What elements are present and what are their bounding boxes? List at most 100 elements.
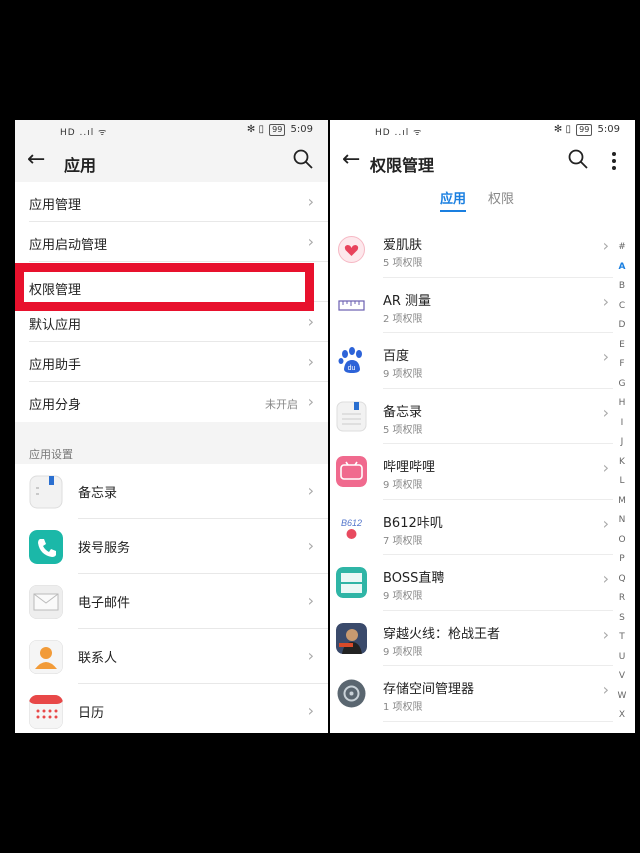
index-letter[interactable]: P <box>615 550 629 570</box>
menu-item-app-twin[interactable]: 应用分身 未开启 › <box>29 382 328 422</box>
page-title: 权限管理 <box>370 156 435 175</box>
menu-item-label: 应用管理 <box>29 198 82 213</box>
alphabet-index[interactable]: # A B C D E F G H I J K L M N O P Q R S T U V W X <box>615 238 629 726</box>
heart-icon <box>338 236 365 263</box>
app-settings-dialer[interactable]: 拨号服务 › <box>15 519 328 574</box>
list-item[interactable]: 爱肌肤 5 项权限 › <box>330 222 613 278</box>
app-name: 百度 <box>383 349 410 364</box>
index-letter[interactable]: D <box>615 316 629 336</box>
tab-permissions[interactable]: 权限 <box>488 188 514 207</box>
screenshot-frame: HD ..ıl ᯤ ✻ ▯ 99 5:09 ← 应用 应用管理 › 应用启动管理… <box>0 0 640 853</box>
menu-item-startup-management[interactable]: 应用启动管理 › <box>29 222 328 262</box>
list-item[interactable]: 存储空间管理器 1 项权限 › <box>330 666 613 722</box>
storage-icon <box>337 679 366 708</box>
svg-text:du: du <box>348 365 356 372</box>
search-icon[interactable] <box>292 148 314 170</box>
page-title: 应用 <box>64 156 97 175</box>
list-item[interactable]: BOSS直聘 9 项权限 › <box>330 555 613 611</box>
chevron-right-icon: › <box>602 513 609 533</box>
index-letter[interactable]: V <box>615 667 629 687</box>
app-settings-calendar[interactable]: 日历 › <box>15 684 328 733</box>
index-letter[interactable]: H <box>615 394 629 414</box>
index-letter[interactable]: Q <box>615 570 629 590</box>
index-letter[interactable]: R <box>615 589 629 609</box>
index-letter[interactable]: T <box>615 628 629 648</box>
index-letter[interactable]: G <box>615 375 629 395</box>
divider <box>383 720 613 722</box>
app-bar: ← 应用 <box>15 142 328 182</box>
permission-count: 7 项权限 <box>383 535 423 547</box>
app-name: 电子邮件 <box>78 596 131 611</box>
tab-apps[interactable]: 应用 <box>440 188 466 207</box>
app-name: 日历 <box>78 706 105 721</box>
list-item[interactable]: B612 B612咔叽 7 项权限 › <box>330 500 613 555</box>
app-settings-memo[interactable]: 备忘录 › <box>15 464 328 519</box>
permission-count: 9 项权限 <box>383 369 423 380</box>
chevron-right-icon: › <box>307 701 314 720</box>
list-item[interactable]: du 百度 9 项权限 › <box>330 333 613 389</box>
app-settings-email[interactable]: 电子邮件 › <box>15 574 328 629</box>
battery-icon: 99 <box>269 124 286 136</box>
menu-item-app-management[interactable]: 应用管理 › <box>29 182 328 222</box>
index-letter[interactable]: O <box>615 531 629 551</box>
index-letter[interactable]: U <box>615 648 629 668</box>
index-letter[interactable]: J <box>615 433 629 453</box>
app-name: B612咔叽 <box>383 515 443 531</box>
app-name: 爱肌肤 <box>383 238 423 253</box>
search-icon[interactable] <box>567 148 589 170</box>
signal-indicators: HD ..ıl ᯤ <box>375 128 423 138</box>
index-letter[interactable]: L <box>615 472 629 492</box>
chevron-right-icon: › <box>307 591 314 610</box>
chevron-right-icon: › <box>307 646 314 665</box>
section-title: 应用设置 <box>29 448 73 461</box>
app-name: 存储空间管理器 <box>383 682 475 697</box>
index-letter[interactable]: S <box>615 609 629 629</box>
permission-count: 2 项权限 <box>383 313 423 325</box>
status-bar: HD ..ıl ᯤ ✻ ▯ 99 5:09 <box>330 120 635 142</box>
permission-count: 5 项权限 <box>383 424 423 436</box>
index-letter[interactable]: M <box>615 492 629 512</box>
signal-indicators: HD ..ıl ᯤ <box>60 128 108 138</box>
chevron-right-icon: › <box>602 680 609 699</box>
index-letter[interactable]: F <box>615 355 629 375</box>
chevron-right-icon: › <box>307 192 314 211</box>
bluetooth-vibrate-icons: ✻ ▯ <box>553 124 575 135</box>
index-letter[interactable]: C <box>615 297 629 317</box>
baidu-paw-icon: du <box>338 347 362 373</box>
index-letter[interactable]: # <box>615 238 629 258</box>
more-options-icon[interactable] <box>611 152 617 170</box>
back-arrow-icon[interactable]: ← <box>342 148 360 172</box>
chevron-right-icon: › <box>602 236 609 255</box>
status-right: ✻ ▯ 99 5:09 <box>247 124 313 136</box>
menu-item-label: 默认应用 <box>29 318 82 333</box>
chevron-right-icon: › <box>602 402 609 422</box>
b612-icon: B612 <box>341 518 362 539</box>
list-item[interactable]: 穿越火线：枪战王者 9 项权限 › <box>330 611 613 666</box>
menu-item-app-assistant[interactable]: 应用助手 › <box>29 342 328 382</box>
status-right: ✻ ▯ 99 5:09 <box>554 124 620 136</box>
index-letter[interactable]: B <box>615 277 629 297</box>
index-letter[interactable]: N <box>615 511 629 531</box>
app-name: 穿越火线：枪战王者 <box>383 626 501 642</box>
index-letter[interactable]: K <box>615 453 629 473</box>
tab-bar: 应用 权限 <box>330 182 635 216</box>
back-arrow-icon[interactable]: ← <box>27 148 45 172</box>
chevron-right-icon: › <box>602 291 609 311</box>
index-letter[interactable]: W <box>615 687 629 707</box>
chevron-right-icon: › <box>307 536 314 555</box>
list-item[interactable]: AR 测量 2 项权限 › <box>330 278 613 333</box>
index-letter[interactable]: I <box>615 414 629 434</box>
index-letter[interactable]: A <box>615 258 629 278</box>
list-item[interactable]: 备忘录 5 项权限 › <box>330 389 613 444</box>
permission-count: 5 项权限 <box>383 258 423 269</box>
app-name: BOSS直聘 <box>383 571 445 586</box>
list-item[interactable]: 哔哩哔哩 9 项权限 › <box>330 444 613 500</box>
highlight-box[interactable]: 权限管理 <box>15 263 314 311</box>
app-settings-contacts[interactable]: 联系人 › <box>15 629 328 684</box>
app-permission-list: 爱肌肤 5 项权限 › AR 测量 2 项权限 › du 百度 9 项权限 › … <box>330 222 613 722</box>
index-letter[interactable]: E <box>615 336 629 356</box>
index-letter[interactable]: X <box>615 706 629 726</box>
menu-item-label: 应用启动管理 <box>29 238 108 253</box>
app-name: 备忘录 <box>383 404 423 420</box>
chevron-right-icon: › <box>307 392 314 411</box>
